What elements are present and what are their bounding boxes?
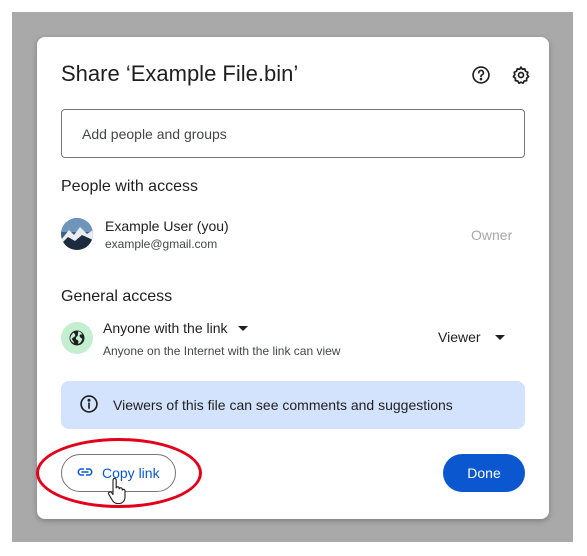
- owner-role: Owner: [471, 227, 513, 243]
- chevron-down-icon: [237, 325, 248, 331]
- add-people-placeholder: Add people and groups: [82, 125, 227, 142]
- gear-icon[interactable]: [510, 64, 532, 86]
- role-dropdown[interactable]: Viewer: [438, 329, 505, 345]
- role-selected: Viewer: [438, 329, 481, 345]
- avatar: [61, 218, 93, 250]
- info-icon: [79, 394, 99, 417]
- people-with-access-heading: People with access: [61, 178, 198, 195]
- user-name: Example User (you): [105, 218, 229, 234]
- hand-cursor-icon: [107, 477, 127, 509]
- general-access-heading: General access: [61, 288, 173, 305]
- help-icon[interactable]: [470, 64, 492, 86]
- general-access-description: Anyone on the Internet with the link can…: [103, 344, 341, 358]
- general-access-selected: Anyone with the link: [103, 320, 228, 336]
- globe-icon: [61, 322, 93, 354]
- info-banner-text: Viewers of this file can see comments an…: [113, 397, 453, 413]
- info-banner: Viewers of this file can see comments an…: [61, 381, 525, 429]
- user-email: example@gmail.com: [105, 237, 218, 251]
- chevron-down-icon: [494, 334, 505, 340]
- dialog-title: Share ‘Example File.bin’: [61, 61, 299, 86]
- add-people-input[interactable]: Add people and groups: [61, 109, 525, 158]
- done-button[interactable]: Done: [443, 454, 525, 492]
- done-label: Done: [467, 465, 501, 481]
- general-access-dropdown[interactable]: Anyone with the link: [103, 320, 248, 336]
